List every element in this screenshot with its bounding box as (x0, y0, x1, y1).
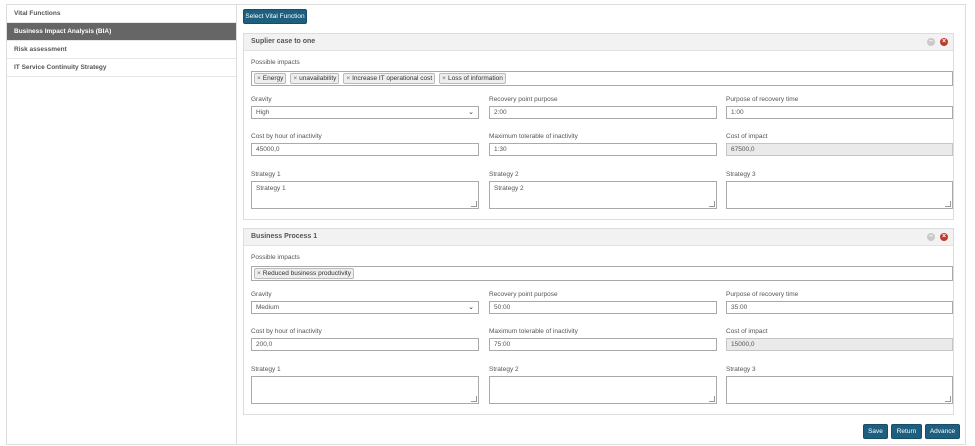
recovery-point-label: Recovery point purpose (489, 96, 558, 103)
cost-hour-field[interactable]: 200,0 (251, 338, 479, 351)
return-button[interactable]: Return (891, 424, 922, 439)
gravity-value: Medium (256, 304, 280, 311)
impact-chip-label: Loss of information (447, 75, 503, 82)
gravity-value: High (256, 109, 270, 116)
minus-circle-icon[interactable]: – (927, 38, 935, 46)
max-tolerable-label: Maximum tolerable of inactivity (489, 328, 578, 335)
x-icon[interactable]: × (257, 270, 261, 277)
impact-chip[interactable]: × Loss of information (439, 73, 506, 84)
sidebar-item-bia[interactable]: Business Impact Analysis (BIA) (7, 23, 236, 41)
cost-impact-field: 15000,0 (726, 338, 953, 351)
impact-chip-label: Reduced business productivity (262, 270, 351, 277)
max-tolerable-label: Maximum tolerable of inactivity (489, 133, 578, 140)
sidebar-item-risk-assessment[interactable]: Risk assessment (7, 41, 236, 59)
advance-button[interactable]: Advance (925, 424, 960, 439)
resize-grip-icon[interactable] (709, 201, 715, 207)
x-icon[interactable]: × (293, 75, 297, 82)
possible-impacts-label: Possible impacts (251, 254, 300, 261)
strategy1-textarea[interactable]: Strategy 1 (251, 181, 479, 209)
close-circle-icon[interactable]: × (940, 38, 948, 46)
strategy2-label: Strategy 2 (489, 366, 519, 373)
gravity-select[interactable]: High ⌄ (251, 106, 479, 119)
resize-grip-icon[interactable] (945, 201, 951, 207)
recovery-point-field[interactable]: 2:00 (489, 106, 717, 119)
strategy1-label: Strategy 1 (251, 366, 281, 373)
impact-chip-label: Increase IT operational cost (352, 75, 433, 82)
resize-grip-icon[interactable] (945, 396, 951, 402)
panel-title: Suplier case to one (251, 38, 316, 45)
close-circle-icon[interactable]: × (940, 233, 948, 241)
impact-chip[interactable]: × Increase IT operational cost (343, 73, 436, 84)
strategy2-label: Strategy 2 (489, 171, 519, 178)
max-tolerable-field[interactable]: 75:00 (489, 338, 717, 351)
recovery-time-label: Purpose of recovery time (726, 291, 799, 298)
recovery-time-field[interactable]: 1:00 (726, 106, 953, 119)
recovery-time-label: Purpose of recovery time (726, 96, 799, 103)
strategy3-textarea[interactable] (726, 376, 953, 404)
impact-chip[interactable]: × Energy (254, 73, 287, 84)
strategy2-text: Strategy 2 (494, 185, 524, 192)
possible-impacts-input[interactable]: × Energy × unavailability × Increase IT ope… (251, 71, 953, 86)
x-icon[interactable]: × (442, 75, 446, 82)
sidebar: Vital Functions Business Impact Analysis… (6, 4, 237, 445)
cost-hour-label: Cost by hour of inactivity (251, 133, 322, 140)
x-icon[interactable]: × (346, 75, 350, 82)
main-content: Select Vital Function Suplier case to on… (237, 4, 966, 445)
recovery-point-field[interactable]: 50:00 (489, 301, 717, 314)
cost-impact-field: 67500,0 (726, 143, 953, 156)
save-button[interactable]: Save (863, 424, 888, 439)
gravity-select[interactable]: Medium ⌄ (251, 301, 479, 314)
function-panel: Suplier case to one – × Possible impacts… (243, 33, 954, 220)
strategy2-textarea[interactable]: Strategy 2 (489, 181, 717, 209)
impact-chip[interactable]: × unavailability (290, 73, 340, 84)
panel-header: Business Process 1 – × (244, 229, 953, 246)
strategy3-label: Strategy 3 (726, 171, 756, 178)
gravity-label: Gravity (251, 291, 272, 298)
strategy3-textarea[interactable] (726, 181, 953, 209)
possible-impacts-label: Possible impacts (251, 59, 300, 66)
recovery-time-field[interactable]: 35:00 (726, 301, 953, 314)
sidebar-item-it-service-continuity[interactable]: IT Service Continuity Strategy (7, 59, 236, 77)
possible-impacts-input[interactable]: × Reduced business productivity (251, 266, 953, 281)
x-icon[interactable]: × (257, 75, 261, 82)
panel-header: Suplier case to one – × (244, 34, 953, 51)
cost-impact-label: Cost of impact (726, 328, 768, 335)
impact-chip-label: unavailability (299, 75, 337, 82)
function-panel: Business Process 1 – × Possible impacts … (243, 228, 954, 415)
panel-title: Business Process 1 (251, 233, 318, 240)
chevron-down-icon: ⌄ (468, 109, 474, 116)
recovery-point-label: Recovery point purpose (489, 291, 558, 298)
impact-chip-label: Energy (262, 75, 284, 82)
resize-grip-icon[interactable] (471, 201, 477, 207)
gravity-label: Gravity (251, 96, 272, 103)
cost-hour-field[interactable]: 45000,0 (251, 143, 479, 156)
impact-chip[interactable]: × Reduced business productivity (254, 268, 354, 279)
strategy3-label: Strategy 3 (726, 366, 756, 373)
cost-impact-label: Cost of impact (726, 133, 768, 140)
sidebar-item-vital-functions[interactable]: Vital Functions (7, 5, 236, 23)
chevron-down-icon: ⌄ (468, 304, 474, 311)
minus-circle-icon[interactable]: – (927, 233, 935, 241)
strategy2-textarea[interactable] (489, 376, 717, 404)
resize-grip-icon[interactable] (709, 396, 715, 402)
resize-grip-icon[interactable] (471, 396, 477, 402)
strategy1-text: Strategy 1 (256, 185, 286, 192)
strategy1-textarea[interactable] (251, 376, 479, 404)
max-tolerable-field[interactable]: 1:30 (489, 143, 717, 156)
select-vital-function-button[interactable]: Select Vital Function (243, 9, 307, 24)
strategy1-label: Strategy 1 (251, 171, 281, 178)
cost-hour-label: Cost by hour of inactivity (251, 328, 322, 335)
